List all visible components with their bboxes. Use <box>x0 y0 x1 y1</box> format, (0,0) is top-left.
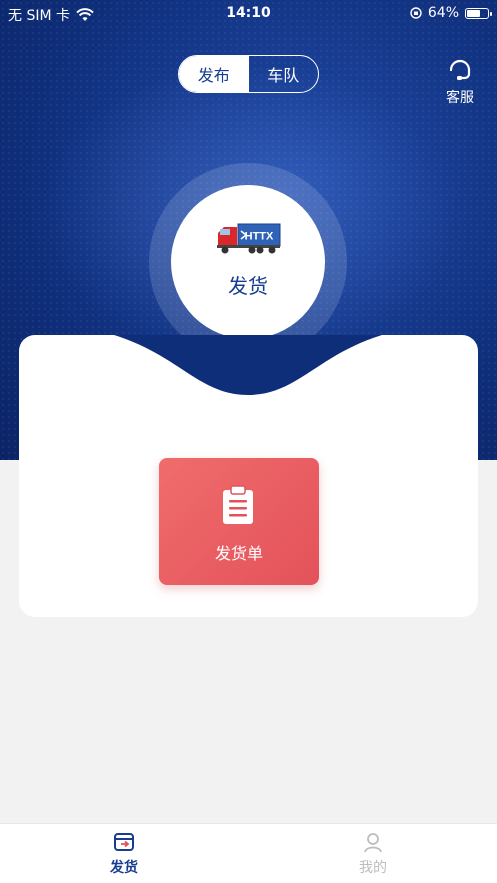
bottom-tab-bar: 发货 我的 <box>0 823 497 883</box>
mode-segmented-control: 发布 车队 <box>178 55 319 93</box>
tab-ship[interactable]: 发货 <box>74 830 174 877</box>
orientation-lock-icon <box>410 7 422 19</box>
tab-mine[interactable]: 我的 <box>323 830 423 877</box>
headset-icon <box>449 59 471 80</box>
battery-fill <box>467 9 480 17</box>
battery-percent: 64% <box>427 5 459 21</box>
ship-action-circle[interactable] <box>171 185 325 339</box>
truck-icon: HTTX <box>217 223 281 254</box>
clipboard-icon <box>223 485 253 524</box>
truck-logo-text: HTTX <box>245 231 274 243</box>
tab-publish[interactable]: 发布 <box>179 56 249 92</box>
profile-icon <box>364 833 382 853</box>
shipment-order-button[interactable]: 发货单 <box>159 458 319 585</box>
battery-icon <box>465 7 492 19</box>
tab-fleet[interactable]: 车队 <box>249 56 319 92</box>
customer-service-button[interactable]: 客服 <box>440 55 480 109</box>
tab-ship-label: 发货 <box>110 860 138 876</box>
status-right: 64% <box>410 5 492 21</box>
ship-action-label: 发货 <box>228 274 268 298</box>
shipment-order-label: 发货单 <box>214 544 263 563</box>
shipment-box-icon <box>114 833 134 851</box>
tab-mine-label: 我的 <box>359 860 387 876</box>
customer-service-label: 客服 <box>446 90 474 106</box>
card-wave-cutout <box>114 335 382 395</box>
status-bar: 无 SIM 卡 14:10 64% <box>0 0 497 28</box>
